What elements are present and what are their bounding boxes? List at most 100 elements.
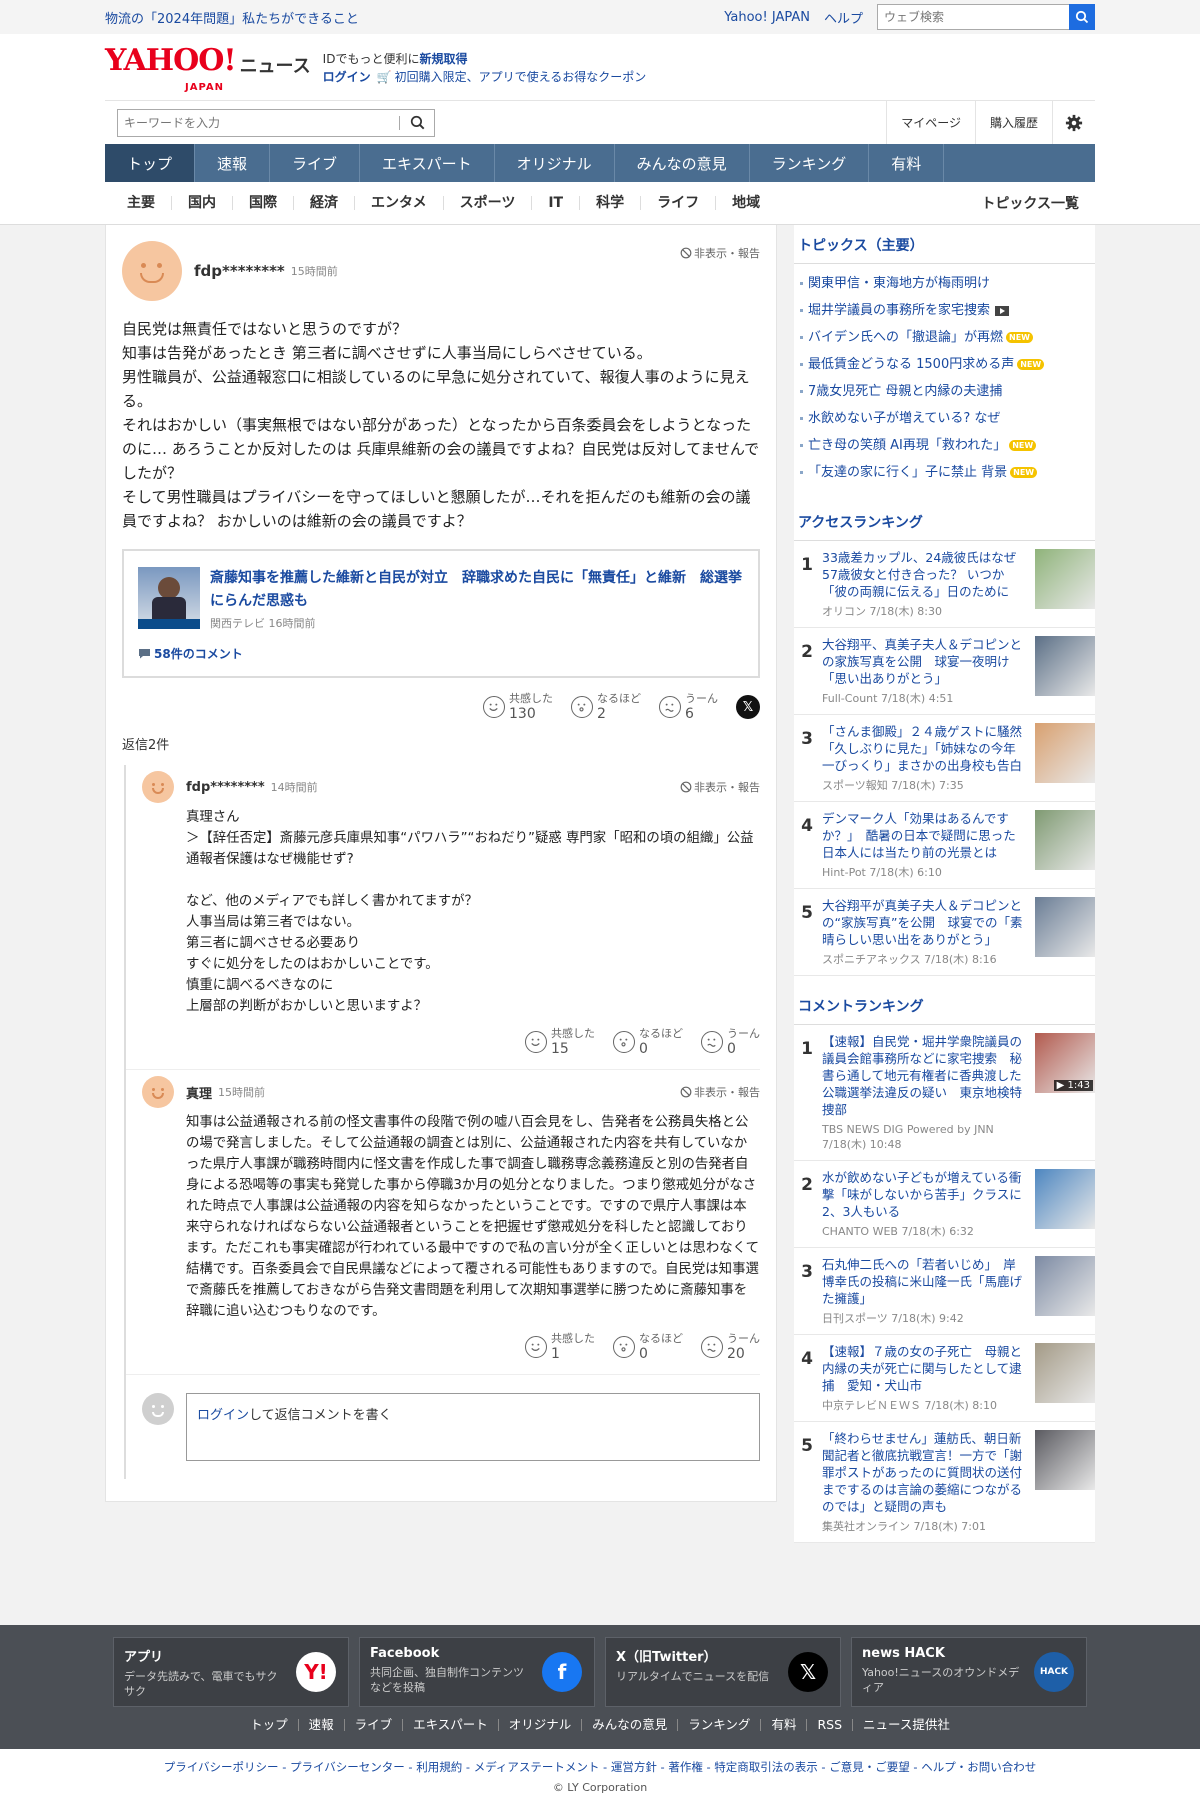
ranking-title[interactable]: 【速報】７歳の女の子死亡 母親と内縁の夫が死亡に関与したとして逮捕 愛知・犬山市 [822, 1343, 1027, 1394]
reaction-button[interactable]: なるほど 2 [571, 692, 641, 722]
footer-card[interactable]: Facebook 共同企画、独自制作コンテンツなどを投稿 f [359, 1637, 595, 1707]
sub-nav-item[interactable]: ライフ [641, 196, 717, 210]
footer-link[interactable]: みんなの意見 [582, 1718, 679, 1731]
ranking-item[interactable]: 2 大谷翔平、真美子夫人＆デコピンとの家族写真を公開 球宴一夜明け「思い出ありがと… [794, 628, 1095, 715]
sub-nav-item[interactable]: 国際 [233, 196, 294, 210]
sub-nav-item[interactable]: スポーツ [444, 196, 533, 210]
main-nav-item[interactable]: みんなの意見 [615, 144, 750, 182]
sub-nav-item[interactable]: 経済 [294, 196, 355, 210]
ranking-item[interactable]: 1 33歳差カップル、24歳彼氏はなぜ57歳彼女と付き合った？ いつか「彼の両親に… [794, 541, 1095, 628]
topic-item[interactable]: 水飲めない子が増えている? なぜ [794, 405, 1095, 432]
reaction-button[interactable]: 共感した 130 [483, 692, 553, 722]
main-nav-item[interactable]: オリジナル [495, 144, 615, 182]
ranking-item[interactable]: 1 【速報】自民党・堀井学衆院議員の議員会館事務所などに家宅捜索 秘書ら通して地元… [794, 1025, 1095, 1161]
signup-link[interactable]: 新規取得 [419, 52, 467, 66]
keyword-search-button[interactable] [400, 115, 434, 130]
sub-nav-item[interactable]: 主要 [105, 196, 172, 210]
sub-nav-item[interactable]: エンタメ [355, 196, 444, 210]
reaction-button[interactable]: なるほど 0 [613, 1332, 683, 1362]
main-nav-item[interactable]: ライブ [270, 144, 361, 182]
footer-link[interactable]: トップ [240, 1718, 299, 1731]
topic-item[interactable]: 最低賃金どうなる 1500円求める声 NEW [794, 351, 1095, 378]
footer-link[interactable]: RSS [807, 1718, 854, 1731]
topics-list-link[interactable]: トピックス一覧 [981, 193, 1095, 213]
ranking-title[interactable]: 石丸伸二氏への「若者いじめ」 岸博幸氏の投稿に米山隆一氏「馬鹿げた擁護」 [822, 1256, 1027, 1307]
reply-user[interactable]: fdp******** [186, 780, 265, 795]
ranking-item[interactable]: 4 【速報】７歳の女の子死亡 母親と内縁の夫が死亡に関与したとして逮捕 愛知・犬山… [794, 1335, 1095, 1422]
sub-nav-item[interactable]: 地域 [716, 196, 776, 210]
ranking-item[interactable]: 5 大谷翔平が真美子夫人＆デコピンとの“家族写真”を公開 球宴での「素晴らしい思い… [794, 889, 1095, 976]
footer-link[interactable]: ニュース提供社 [853, 1718, 960, 1731]
footer-link[interactable]: オリジナル [499, 1718, 583, 1731]
sub-nav-item[interactable]: 国内 [172, 196, 233, 210]
mypage-link[interactable]: マイページ [886, 100, 975, 145]
reply-user[interactable]: 真理 [186, 1083, 212, 1102]
main-nav-item[interactable]: ランキング [750, 144, 870, 182]
ranking-title[interactable]: 【速報】自民党・堀井学衆院議員の議員会館事務所などに家宅捜索 秘書ら通して地元有… [822, 1033, 1027, 1118]
reply-input[interactable]: ログインして返信コメントを書く [186, 1393, 760, 1461]
ranking-item[interactable]: 3 石丸伸二氏への「若者いじめ」 岸博幸氏の投稿に米山隆一氏「馬鹿げた擁護」 日刊ス… [794, 1248, 1095, 1335]
reaction-button[interactable]: うーん 0 [701, 1027, 760, 1057]
ranking-item[interactable]: 3 「さんま御殿」２４歳ゲストに騒然「久しぶりに見た」「姉妹なの今年一びっくり」ま… [794, 715, 1095, 802]
main-nav-item[interactable]: 速報 [195, 144, 271, 182]
ranking-title[interactable]: 33歳差カップル、24歳彼氏はなぜ57歳彼女と付き合った？ いつか「彼の両親に伝… [822, 549, 1027, 600]
sub-nav-item[interactable]: IT [532, 196, 581, 210]
yahoo-news-logo[interactable]: YAHOO! JAPAN ニュース [105, 46, 311, 94]
settings-button[interactable] [1052, 100, 1095, 145]
reaction-button[interactable]: うーん 20 [701, 1332, 760, 1362]
footer-link[interactable]: エキスパート [403, 1718, 499, 1731]
keyword-search-input[interactable] [118, 109, 399, 136]
ranking-title[interactable]: 大谷翔平、真美子夫人＆デコピンとの家族写真を公開 球宴一夜明け「思い出ありがとう… [822, 636, 1027, 687]
main-nav-item[interactable]: 有料 [869, 144, 945, 182]
related-article-card[interactable]: 斎藤知事を推薦した維新と自民が対立 辞職求めた自民に「無責任」と維新 総選挙にら… [122, 549, 760, 678]
sub-nav-item[interactable]: 科学 [580, 196, 642, 210]
coupon-link[interactable]: 初回購入限定、アプリで使えるお得なクーポン [395, 70, 647, 84]
help-link[interactable]: ヘルプ [824, 8, 863, 27]
topic-item[interactable]: 亡き母の笑顔 AI再現「救われた」 NEW [794, 432, 1095, 459]
web-search-button[interactable] [1069, 4, 1095, 30]
reaction-button[interactable]: なるほど 0 [613, 1027, 683, 1057]
comment-user[interactable]: fdp******** [194, 262, 285, 280]
footer-card[interactable]: news HACK Yahoo!ニュースのオウンドメディア HACK [851, 1637, 1087, 1707]
ranking-title[interactable]: 水が飲めない子どもが増えている衝撃「味がしないから苦手」クラスに2、3人もいる [822, 1169, 1027, 1220]
main-nav-item[interactable]: エキスパート [360, 144, 495, 182]
article-comments-link[interactable]: 58件のコメント [138, 645, 744, 662]
ranking-item[interactable]: 5 「終わらせません」蓮舫氏、朝日新聞記者と徹底抗戦宣言！一方で「謝罪ポストがあっ… [794, 1422, 1095, 1543]
topic-item[interactable]: 関東甲信・東海地方が梅雨明け [794, 270, 1095, 297]
ranking-item[interactable]: 4 デンマーク人「効果はあるんですか？」 酷暑の日本で疑問に思った 日本人には当た… [794, 802, 1095, 889]
reaction-button[interactable]: うーん 6 [659, 692, 718, 722]
thinking-icon [571, 696, 593, 718]
hide-report-button[interactable]: 非表示・報告 [680, 1084, 760, 1100]
footer-card[interactable]: X（旧Twitter） リアルタイムでニュースを配信 𝕏 [605, 1637, 841, 1707]
promo-link[interactable]: 物流の「2024年問題」私たちができること [105, 8, 359, 27]
reaction-button[interactable]: 共感した 15 [525, 1027, 595, 1057]
hide-report-button[interactable]: 非表示・報告 [680, 779, 760, 795]
topic-item[interactable]: 「友達の家に行く」子に禁止 背景 NEW [794, 459, 1095, 486]
reaction-button[interactable]: 共感した 1 [525, 1332, 595, 1362]
reply-login-link[interactable]: ログイン [197, 1408, 249, 1423]
yahoo-japan-link[interactable]: Yahoo! JAPAN [724, 10, 810, 25]
web-search-input[interactable] [877, 4, 1069, 30]
topic-item[interactable]: 7歳女児死亡 母親と内縁の夫逮捕 [794, 378, 1095, 405]
topic-item[interactable]: 堀井学議員の事務所を家宅捜索 [794, 297, 1095, 324]
ranking-title[interactable]: 「さんま御殿」２４歳ゲストに騒然「久しぶりに見た」「姉妹なの今年一びっくり」まさ… [822, 723, 1027, 774]
ranking-title[interactable]: 「終わらせません」蓮舫氏、朝日新聞記者と徹底抗戦宣言！一方で「謝罪ポストがあった… [822, 1430, 1027, 1515]
reply-body: 知事は公益通報される前の怪文書事件の段階で例の嘘八百会見をし、告発者を公務員失格… [186, 1115, 759, 1319]
footer-card[interactable]: アプリ データ先読みで、電車でもサクサク Y! [113, 1637, 349, 1707]
hide-report-button[interactable]: 非表示・報告 [680, 245, 760, 261]
ranking-item[interactable]: 2 水が飲めない子どもが増えている衝撃「味がしないから苦手」クラスに2、3人もいる… [794, 1161, 1095, 1248]
footer-link[interactable]: ライブ [345, 1718, 404, 1731]
purchase-history-link[interactable]: 購入履歴 [974, 100, 1052, 145]
legal-links[interactable]: プライバシーポリシー - プライバシーセンター - 利用規約 - メディアステー… [0, 1759, 1200, 1775]
share-x-button[interactable]: 𝕏 [736, 695, 760, 719]
ranking-title[interactable]: デンマーク人「効果はあるんですか？」 酷暑の日本で疑問に思った 日本人には当たり… [822, 810, 1028, 861]
footer-link[interactable]: ランキング [678, 1718, 762, 1731]
article-title[interactable]: 斎藤知事を推薦した維新と自民が対立 辞職求めた自民に「無責任」と維新 総選挙にら… [210, 567, 744, 613]
ranking-title[interactable]: 大谷翔平が真美子夫人＆デコピンとの“家族写真”を公開 球宴での「素晴らしい思い出… [822, 897, 1027, 948]
main-nav-item[interactable]: トップ [105, 144, 196, 182]
replies-label[interactable]: 返信2件 [122, 734, 760, 753]
login-link[interactable]: ログイン [323, 70, 371, 84]
footer-link[interactable]: 速報 [299, 1718, 345, 1731]
topic-item[interactable]: バイデン氏への「撤退論」が再燃 NEW [794, 324, 1095, 351]
footer-link[interactable]: 有料 [761, 1718, 808, 1731]
